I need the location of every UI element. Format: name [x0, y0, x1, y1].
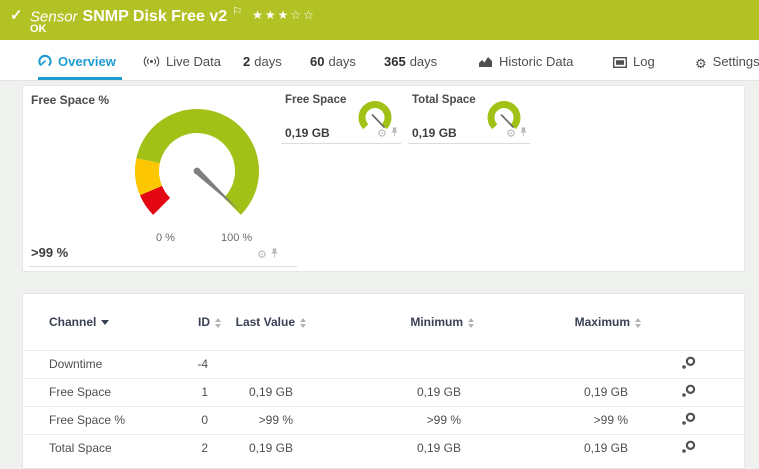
channel-name: Downtime: [23, 349, 183, 378]
channel-table: Channel ID Last Value Minimum Maximum Do…: [23, 294, 744, 462]
channel-name: Free Space %: [23, 405, 183, 434]
settings-gear-icon: ⚙: [695, 56, 707, 71]
channel-settings-icon[interactable]: [681, 356, 696, 373]
pin-icon[interactable]: [390, 124, 399, 142]
channel-minimum: >99 %: [318, 405, 486, 434]
channel-last-value: 0,19 GB: [233, 433, 318, 462]
tab-label: Live Data: [166, 54, 221, 69]
live-data-icon: [143, 55, 160, 71]
channel-maximum: >99 %: [486, 405, 653, 434]
free-space-percent-gauge: [135, 109, 259, 215]
channel-maximum: 0,19 GB: [486, 377, 653, 406]
tab-label: Settings: [712, 54, 759, 69]
channel-last-value: [233, 349, 318, 378]
column-label: Channel: [49, 314, 97, 329]
pin-icon[interactable]: [519, 124, 528, 142]
gauge-settings-gear-icon[interactable]: ⚙: [377, 127, 387, 140]
column-label: Maximum: [574, 314, 630, 329]
mini-gauge-value: 0,19 GB: [412, 126, 457, 140]
flag-icon: ⚐: [232, 6, 243, 18]
table-row: Downtime -4: [23, 349, 744, 378]
tab-log[interactable]: Log: [612, 54, 655, 72]
mini-gauge-free-space: Free Space 0,19 GB ⚙: [281, 94, 401, 144]
gauge-icon: [38, 54, 52, 71]
pin-icon[interactable]: [270, 245, 279, 263]
channel-name: Free Space: [23, 377, 183, 406]
column-header-maximum[interactable]: Maximum: [486, 294, 653, 350]
tab-60-days[interactable]: 60 days: [310, 54, 356, 72]
tab-number: 60: [310, 54, 325, 69]
tab-overview[interactable]: Overview: [38, 54, 122, 80]
column-header-channel[interactable]: Channel: [23, 294, 183, 350]
status-ok-check-icon: ✓: [10, 7, 23, 24]
gauge-scale-max-label: 100 %: [221, 232, 253, 244]
channel-minimum: [318, 349, 486, 378]
tab-number: 365: [384, 54, 406, 69]
historic-data-chart-icon: [478, 56, 493, 71]
mini-gauge-title: Free Space: [285, 94, 347, 106]
column-header-id[interactable]: ID: [183, 294, 233, 350]
tab-label: days: [409, 54, 438, 69]
mini-gauge-total-space: Total Space 0,19 GB ⚙: [408, 94, 530, 144]
divider: [29, 266, 297, 267]
column-label: Last Value: [235, 314, 295, 329]
overview-gauges-panel: Free Space % 0 % 100 % >99 % ⚙ Free Spac…: [22, 85, 745, 272]
channel-minimum: 0,19 GB: [318, 377, 486, 406]
gauge-settings-gear-icon[interactable]: ⚙: [257, 248, 267, 261]
tab-2-days[interactable]: 2 days: [243, 54, 282, 72]
sensor-header: ✓ Sensor SNMP Disk Free v2 ⚐ ★★★☆☆ OK: [0, 0, 759, 40]
mini-gauge-title: Total Space: [412, 94, 476, 106]
column-header-minimum[interactable]: Minimum: [318, 294, 486, 350]
mini-gauge-value: 0,19 GB: [285, 126, 330, 140]
channel-last-value: 0,19 GB: [233, 377, 318, 406]
table-row: Free Space % 0 >99 % >99 % >99 %: [23, 405, 744, 434]
star-icon-empty[interactable]: ☆☆: [290, 8, 316, 22]
tab-label: days: [254, 54, 282, 69]
tab-label: Log: [633, 54, 655, 69]
channel-last-value: >99 %: [233, 405, 318, 434]
gauge-scale-min-label: 0 %: [156, 232, 175, 244]
star-icon-filled[interactable]: ★★★: [252, 8, 290, 22]
channel-id: 0: [183, 405, 233, 434]
tab-settings[interactable]: ⚙ Settings: [695, 54, 759, 72]
channel-settings-icon[interactable]: [681, 440, 696, 457]
tab-bar: Overview Live Data 2 days 60 days 365 days …: [0, 40, 759, 81]
priority-stars[interactable]: ★★★☆☆: [252, 8, 316, 22]
channel-id: 2: [183, 433, 233, 462]
column-label: Minimum: [410, 314, 463, 329]
sort-icon[interactable]: [468, 317, 474, 328]
channel-settings-icon[interactable]: [681, 384, 696, 401]
status-badge: OK: [30, 23, 47, 35]
channel-settings-icon[interactable]: [681, 412, 696, 429]
tab-label: Historic Data: [499, 54, 574, 69]
channel-id: 1: [183, 377, 233, 406]
column-header-edit: [653, 294, 744, 350]
log-icon: [612, 56, 628, 71]
channel-minimum: 0,19 GB: [318, 433, 486, 462]
page-title: SNMP Disk Free v2: [82, 8, 228, 26]
channel-maximum: [486, 349, 653, 378]
tab-historic-data[interactable]: Historic Data: [478, 54, 573, 72]
sort-direction-icon[interactable]: [101, 320, 110, 326]
tab-label: days: [328, 54, 356, 69]
gauge-settings-gear-icon[interactable]: ⚙: [506, 127, 516, 140]
sort-icon[interactable]: [215, 317, 221, 328]
table-row: Free Space 1 0,19 GB 0,19 GB 0,19 GB: [23, 377, 744, 406]
tab-number: 2: [243, 54, 251, 69]
tab-live-data[interactable]: Live Data: [143, 54, 221, 72]
tab-label: Overview: [58, 54, 116, 69]
channel-table-panel: Channel ID Last Value Minimum Maximum Do…: [22, 293, 745, 469]
column-header-last-value[interactable]: Last Value: [233, 294, 318, 350]
sort-icon[interactable]: [300, 317, 306, 328]
table-header-row: Channel ID Last Value Minimum Maximum: [23, 294, 744, 350]
tab-365-days[interactable]: 365 days: [384, 54, 437, 72]
channel-maximum: 0,19 GB: [486, 433, 653, 462]
channel-name: Total Space: [23, 433, 183, 462]
table-row: Total Space 2 0,19 GB 0,19 GB 0,19 GB: [23, 433, 744, 462]
sort-icon[interactable]: [635, 317, 641, 328]
main-gauge-value: >99 %: [31, 245, 69, 260]
channel-id: -4: [183, 349, 233, 378]
main-gauge-title: Free Space %: [31, 93, 110, 107]
column-label: ID: [198, 314, 210, 329]
